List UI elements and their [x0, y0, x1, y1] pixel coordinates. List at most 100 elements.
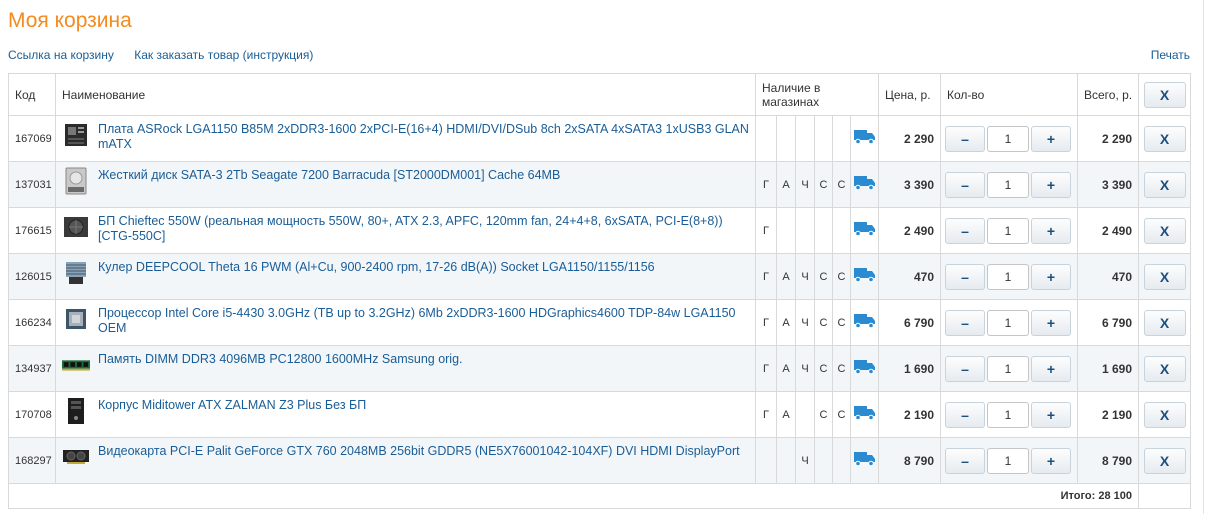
delete-cell: X [1138, 207, 1191, 254]
increase-qty-button[interactable]: + [1031, 263, 1071, 290]
decrease-qty-button[interactable]: – [945, 355, 985, 382]
qty-cell: –+ [940, 299, 1078, 346]
header-delete-cell: X [1138, 73, 1191, 116]
delivery-truck-icon [853, 406, 876, 423]
remove-item-button[interactable]: X [1143, 447, 1186, 474]
store-availability: А [776, 253, 796, 300]
store-availability: Г [755, 391, 777, 438]
store-availability [755, 437, 777, 484]
increase-qty-button[interactable]: + [1031, 447, 1071, 474]
item-name-cell: Память DIMM DDR3 4096MB PC12800 1600MHz … [55, 345, 756, 392]
item-name-link[interactable]: Память DIMM DDR3 4096MB PC12800 1600MHz … [98, 352, 463, 367]
item-code: 167069 [8, 115, 56, 162]
store-availability: С [814, 253, 833, 300]
quantity-input[interactable] [987, 263, 1029, 290]
cart-row: 176615 БП Chieftec 550W (реальная мощност… [8, 207, 1191, 254]
item-name-link[interactable]: Жесткий диск SATA-3 2Tb Seagate 7200 Bar… [98, 168, 560, 183]
header-total: Всего, р. [1077, 73, 1139, 116]
increase-qty-button[interactable]: + [1031, 309, 1071, 336]
increase-qty-button[interactable]: + [1031, 217, 1071, 244]
increase-qty-button[interactable]: + [1031, 355, 1071, 382]
decrease-qty-button[interactable]: – [945, 125, 985, 152]
remove-item-button[interactable]: X [1143, 171, 1186, 198]
item-name-cell: БП Chieftec 550W (реальная мощность 550W… [55, 207, 756, 254]
item-code: 126015 [8, 253, 56, 300]
delete-cell: X [1138, 161, 1191, 208]
increase-qty-button[interactable]: + [1031, 125, 1071, 152]
remove-item-button[interactable]: X [1143, 355, 1186, 382]
item-code: 166234 [8, 299, 56, 346]
item-name-link[interactable]: Плата ASRock LGA1150 B85M 2xDDR3-1600 2x… [98, 122, 749, 152]
decrease-qty-button[interactable]: – [945, 217, 985, 244]
cart-link[interactable]: Ссылка на корзину [8, 48, 114, 62]
header-price: Цена, р. [878, 73, 941, 116]
quantity-input[interactable] [987, 309, 1029, 336]
remove-item-button[interactable]: X [1143, 217, 1186, 244]
item-total: 2 290 [1077, 115, 1139, 162]
item-total: 2 490 [1077, 207, 1139, 254]
delivery-cell [850, 161, 879, 208]
item-price: 2 190 [878, 391, 941, 438]
quantity-input[interactable] [987, 125, 1029, 152]
remove-item-button[interactable]: X [1143, 309, 1186, 336]
quantity-input[interactable] [987, 217, 1029, 244]
store-availability: А [776, 161, 796, 208]
delete-cell: X [1138, 299, 1191, 346]
item-price: 8 790 [878, 437, 941, 484]
decrease-qty-button[interactable]: – [945, 263, 985, 290]
store-availability: Ч [795, 299, 815, 346]
total-row: Итого: 28 100 [8, 483, 1191, 509]
store-availability: Ч [795, 161, 815, 208]
motherboard-icon [62, 122, 90, 148]
decrease-qty-button[interactable]: – [945, 309, 985, 336]
cart-row: 168297 Видеокарта PCI-E Palit GeForce GTX… [8, 437, 1191, 484]
item-name-cell: Кулер DEEPCOOL Theta 16 PWM (Al+Cu, 900-… [55, 253, 756, 300]
quantity-input[interactable] [987, 401, 1029, 428]
remove-item-button[interactable]: X [1143, 401, 1186, 428]
quantity-input[interactable] [987, 171, 1029, 198]
delivery-cell [850, 345, 879, 392]
store-availability: Г [755, 161, 777, 208]
increase-qty-button[interactable]: + [1031, 401, 1071, 428]
how-to-order-link[interactable]: Как заказать товар (инструкция) [134, 48, 313, 62]
item-price: 2 290 [878, 115, 941, 162]
delivery-cell [850, 437, 879, 484]
item-price: 470 [878, 253, 941, 300]
delivery-cell [850, 253, 879, 300]
delete-cell: X [1138, 115, 1191, 162]
item-name-cell: Корпус Miditower ATX ZALMAN Z3 Plus Без … [55, 391, 756, 438]
cpu-icon [62, 306, 90, 332]
print-link[interactable]: Печать [1151, 48, 1190, 62]
grand-total: Итого: 28 100 [8, 483, 1139, 509]
video-card-icon [62, 444, 90, 470]
decrease-qty-button[interactable]: – [945, 447, 985, 474]
cart-row: 126015 Кулер DEEPCOOL Theta 16 PWM (Al+Cu… [8, 253, 1191, 300]
remove-item-button[interactable]: X [1143, 263, 1186, 290]
item-name-link[interactable]: Корпус Miditower ATX ZALMAN Z3 Plus Без … [98, 398, 366, 413]
store-availability [795, 115, 815, 162]
delivery-truck-icon [853, 360, 876, 377]
clear-cart-button[interactable]: X [1143, 81, 1186, 108]
store-availability [755, 115, 777, 162]
item-name-link[interactable]: Процессор Intel Core i5-4430 3.0GHz (TB … [98, 306, 749, 336]
quantity-input[interactable] [987, 355, 1029, 382]
delivery-truck-icon [853, 452, 876, 469]
increase-qty-button[interactable]: + [1031, 171, 1071, 198]
store-availability [814, 207, 833, 254]
page-border [1203, 0, 1204, 514]
top-links: Ссылка на корзину Как заказать товар (ин… [8, 48, 330, 62]
item-name-link[interactable]: БП Chieftec 550W (реальная мощность 550W… [98, 214, 749, 244]
cart-row: 137031 Жесткий диск SATA-3 2Tb Seagate 72… [8, 161, 1191, 208]
total-row-spacer [1138, 483, 1191, 509]
delete-cell: X [1138, 253, 1191, 300]
store-availability: Г [755, 207, 777, 254]
remove-item-button[interactable]: X [1143, 125, 1186, 152]
decrease-qty-button[interactable]: – [945, 401, 985, 428]
item-name-link[interactable]: Видеокарта PCI-E Palit GeForce GTX 760 2… [98, 444, 740, 459]
decrease-qty-button[interactable]: – [945, 171, 985, 198]
delivery-cell [850, 299, 879, 346]
store-availability: С [814, 391, 833, 438]
cart-table: Код Наименование Наличие в магазинах Цен… [8, 73, 1191, 509]
item-name-link[interactable]: Кулер DEEPCOOL Theta 16 PWM (Al+Cu, 900-… [98, 260, 655, 275]
quantity-input[interactable] [987, 447, 1029, 474]
